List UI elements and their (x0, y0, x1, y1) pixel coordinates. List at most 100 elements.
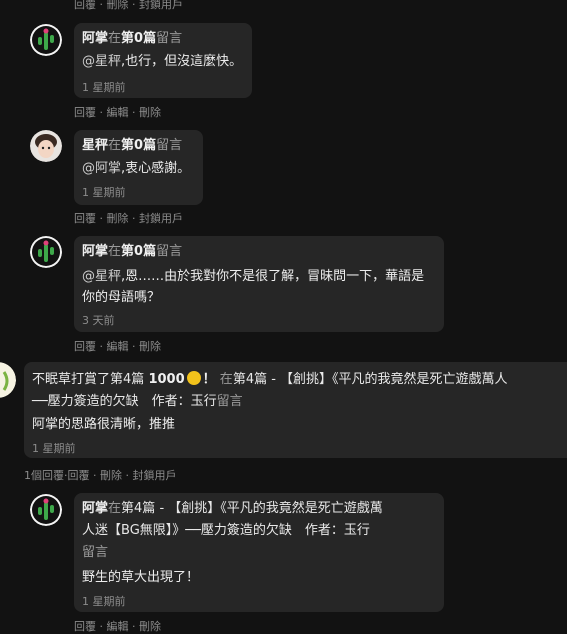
block-user-link[interactable]: 封鎖用戶 (133, 469, 177, 482)
comment-header: 阿掌在第0篇留言 (82, 240, 182, 259)
tip-header-line2: ──壓力簽造的欠缺 作者：玉行留言 (32, 390, 243, 409)
edit-link[interactable]: 編輯 (107, 620, 129, 633)
separator: · (132, 0, 136, 11)
avatar[interactable] (30, 130, 62, 162)
author-name[interactable]: 星秤 (82, 138, 108, 153)
author-name[interactable]: 阿掌 (82, 31, 108, 46)
tip-action: 打賞了 (71, 372, 111, 387)
delete-link[interactable]: 刪除 (107, 0, 129, 11)
post-link[interactable]: 第0篇 (121, 31, 156, 46)
post-title-line2[interactable]: 人迷【BG無限】》──壓力簽造的欠缺 作者：玉行 (82, 523, 370, 538)
reply-link[interactable]: 回覆 (74, 340, 96, 353)
separator: · (132, 106, 136, 119)
author-name[interactable]: 阿掌 (82, 501, 108, 516)
block-user-link[interactable]: 封鎖用戶 (139, 212, 183, 225)
comment-actions: 回覆 · 編輯 · 刪除 (74, 618, 161, 634)
avatar[interactable] (30, 494, 62, 526)
comment-suffix: 留言 (216, 394, 243, 409)
at-label: 在 (108, 31, 122, 46)
at-label: 在 (219, 372, 233, 387)
comment-body: ,也行，但沒這麼快。 (121, 54, 243, 69)
reply-link[interactable]: 回覆 (74, 106, 96, 119)
reply-count-link[interactable]: 1個回覆 (24, 469, 64, 482)
separator: · (99, 620, 104, 633)
comment-header-line3: 留言 (82, 541, 108, 560)
delete-link[interactable]: 刪除 (100, 469, 122, 482)
at-label: 在 (108, 244, 122, 259)
comment-time: 1 星期前 (32, 442, 76, 455)
mention-link[interactable]: @星秤 (82, 269, 121, 284)
author-name[interactable]: 不眠草 (32, 372, 71, 387)
comment-header: 阿掌在第0篇留言 (82, 27, 182, 46)
comment-header-line2: 人迷【BG無限】》──壓力簽造的欠缺 作者：玉行 (82, 519, 370, 538)
comment-bubble: 阿掌在第0篇留言 @星秤,恩……由於我對你不是很了解，冒昧問一下，華語是 你的母… (74, 236, 444, 332)
grass-avatar-icon (0, 362, 16, 398)
comment-suffix: 留言 (156, 244, 183, 259)
comment-bubble: 星秤在第0篇留言 @阿掌,衷心感謝。 1 星期前 (74, 130, 203, 205)
comment-suffix: 留言 (156, 31, 183, 46)
reply-link[interactable]: 回覆 (74, 0, 96, 11)
comment-text: 阿掌的思路很清晰，推推 (32, 417, 176, 432)
comment-body: ,恩……由於我對你不是很了解，冒昧問一下，華語是 (121, 269, 425, 284)
comment-actions-top: 回覆 · 刪除 · 封鎖用戶 (74, 0, 183, 12)
tip-header: 不眠草打賞了第4篇 1000！ 在第4篇 - 【創挑】《平凡的我竟然是死亡遊戲萬… (32, 368, 508, 387)
post-title-line2[interactable]: ──壓力簽造的欠缺 作者：玉行 (32, 394, 217, 409)
at-label: 在 (108, 138, 122, 153)
comment-actions: 回覆 · 編輯 · 刪除 (74, 104, 161, 120)
comment-time: 1 星期前 (82, 81, 126, 94)
avatar[interactable] (30, 24, 62, 56)
author-name[interactable]: 阿掌 (82, 244, 108, 259)
block-user-link[interactable]: 封鎖用戶 (139, 0, 183, 11)
comment-text: 野生的草大出現了！ (82, 570, 200, 585)
mention-link[interactable]: @星秤 (82, 54, 121, 69)
comment-suffix: 留言 (156, 138, 183, 153)
separator: · (93, 469, 97, 482)
separator: · (132, 340, 136, 353)
comment-actions: 回覆 · 刪除 · 封鎖用戶 (74, 210, 183, 226)
reply-link[interactable]: 回覆 (74, 212, 96, 225)
post-link[interactable]: 第0篇 (121, 138, 156, 153)
cactus-avatar-icon (30, 236, 62, 268)
edit-link[interactable]: 編輯 (107, 106, 129, 119)
comment-text: @阿掌,衷心感謝。 (82, 158, 190, 179)
post-title[interactable]: - 【創挑】《平凡的我竟然是死亡遊戲萬人 (267, 372, 507, 387)
comment-bubble: 阿掌在第4篇 - 【創挑】《平凡的我竟然是死亡遊戲萬 人迷【BG無限】》──壓力… (74, 493, 444, 612)
reply-link[interactable]: 回覆 (74, 620, 96, 633)
delete-link[interactable]: 刪除 (139, 106, 161, 119)
comment-text: @星秤,也行，但沒這麼快。 (82, 51, 242, 72)
comment-bubble: 阿掌在第0篇留言 @星秤,也行，但沒這麼快。 1 星期前 (74, 23, 252, 98)
post-link[interactable]: 第4篇 (121, 501, 155, 516)
comment-time: 1 星期前 (82, 186, 126, 199)
comment-time: 3 天前 (82, 314, 115, 327)
comment-body: ,衷心感謝。 (121, 161, 191, 176)
comment-suffix: 留言 (82, 545, 109, 560)
comment-body-line2: 你的母語嗎？ (82, 290, 161, 305)
avatar[interactable] (0, 362, 16, 398)
avatar[interactable] (30, 236, 62, 268)
comment-time: 1 星期前 (82, 595, 126, 608)
comment-header: 阿掌在第4篇 - 【創挑】《平凡的我竟然是死亡遊戲萬 (82, 497, 383, 516)
delete-link[interactable]: 刪除 (139, 340, 161, 353)
separator: · (99, 340, 104, 353)
separator: · (132, 212, 136, 225)
delete-link[interactable]: 刪除 (107, 212, 129, 225)
tip-bubble: 不眠草打賞了第4篇 1000！ 在第4篇 - 【創挑】《平凡的我竟然是死亡遊戲萬… (24, 362, 567, 458)
cactus-avatar-icon (30, 494, 62, 526)
at-label: 在 (108, 501, 122, 516)
post-link[interactable]: 第0篇 (121, 244, 156, 259)
exclamation: ！ (202, 372, 216, 387)
separator: · (99, 106, 104, 119)
post-title[interactable]: - 【創挑】《平凡的我竟然是死亡遊戲萬 (155, 501, 382, 516)
baby-avatar-icon (30, 130, 62, 162)
separator: · (125, 469, 130, 482)
edit-link[interactable]: 編輯 (107, 340, 129, 353)
coin-icon (186, 371, 201, 385)
post-link[interactable]: 第4篇 (110, 372, 144, 387)
delete-link[interactable]: 刪除 (139, 620, 161, 633)
separator: · (99, 212, 104, 225)
post-link[interactable]: 第4篇 (233, 372, 267, 387)
reply-link[interactable]: 回覆 (68, 469, 90, 482)
mention-link[interactable]: @阿掌 (82, 161, 121, 176)
comment-actions: 1個回覆·回覆 · 刪除 · 封鎖用戶 (24, 467, 177, 483)
comment-actions: 回覆 · 編輯 · 刪除 (74, 338, 161, 354)
